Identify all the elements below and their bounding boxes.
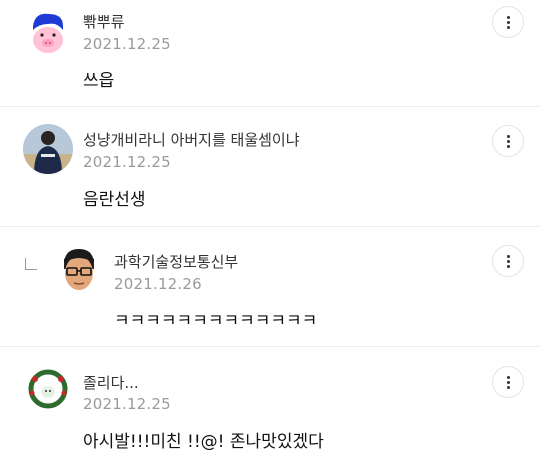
more-options-button[interactable] <box>492 245 524 277</box>
more-dot-icon <box>506 134 510 138</box>
more-options-button[interactable] <box>492 6 524 38</box>
comment-text: ㅋㅋㅋㅋㅋㅋㅋㅋㅋㅋㅋㅋㅋ <box>114 311 318 331</box>
more-dot-icon <box>506 15 510 19</box>
comment-nickname[interactable]: 뽞뿌류 <box>83 11 124 32</box>
comment-date: 2021.12.26 <box>114 275 202 293</box>
comment-nickname[interactable]: 성냥개비라니 아버지를 태울셈이냐 <box>83 129 300 150</box>
more-dot-icon <box>506 254 510 258</box>
comment-date: 2021.12.25 <box>83 35 171 53</box>
more-options-button[interactable] <box>492 366 524 398</box>
comment-nickname[interactable]: 졸리다... <box>83 372 139 393</box>
comment-text: 아시발!!!미친 !!@! 존나맛있겠다 <box>83 432 324 452</box>
more-dot-icon <box>506 25 510 29</box>
comment-text: 음란선생 <box>83 190 146 210</box>
comment-item: 성냥개비라니 아버지를 태울셈이냐 2021.12.25 음란선생 <box>0 107 540 226</box>
reply-arrow-icon <box>25 258 37 270</box>
comment-item: 뽞뿌류 2021.12.25 쓰읍 <box>0 0 540 106</box>
wreath-avatar-icon[interactable] <box>23 365 73 415</box>
comment-nickname[interactable]: 과학기술정보통신부 <box>114 251 238 272</box>
more-dot-icon <box>506 385 510 389</box>
glasses-man-avatar-icon[interactable] <box>54 245 104 295</box>
comment-item: 졸리다... 2021.12.25 아시발!!!미친 !!@! 존나맛있겠다 <box>0 347 540 454</box>
comment-text: 쓰읍 <box>83 71 115 91</box>
reply-item: 과학기술정보통신부 2021.12.26 ㅋㅋㅋㅋㅋㅋㅋㅋㅋㅋㅋㅋㅋ <box>0 227 540 346</box>
more-dot-icon <box>506 259 510 263</box>
comment-date: 2021.12.25 <box>83 153 171 171</box>
more-dot-icon <box>506 375 510 379</box>
more-options-button[interactable] <box>492 125 524 157</box>
person-avatar-icon[interactable] <box>23 124 73 174</box>
more-dot-icon <box>506 144 510 148</box>
comment-date: 2021.12.25 <box>83 395 171 413</box>
more-dot-icon <box>506 264 510 268</box>
pig-avatar-icon[interactable] <box>23 8 73 58</box>
more-dot-icon <box>506 380 510 384</box>
more-dot-icon <box>506 20 510 24</box>
more-dot-icon <box>506 139 510 143</box>
